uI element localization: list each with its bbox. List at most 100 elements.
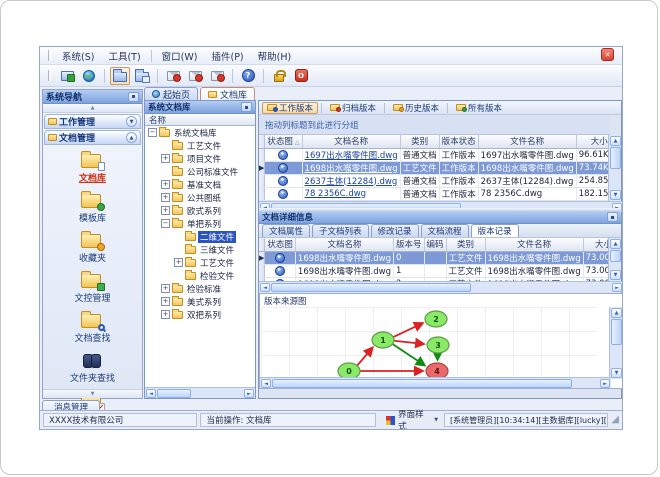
toolbar-button[interactable] [185, 67, 205, 85]
tree-node[interactable]: + 工艺文件 [145, 256, 255, 269]
version-node-2[interactable]: 2 [424, 310, 448, 328]
detail-tab[interactable]: 版本记录 [470, 224, 519, 237]
tree-node[interactable]: − 单把系列 [145, 217, 255, 230]
chevron-up-icon[interactable]: ▲ [126, 132, 137, 143]
column-header[interactable]: 文档名称 [295, 238, 394, 252]
expand-expander-icon[interactable]: + [161, 193, 170, 202]
menu-item[interactable]: 系统(S) [55, 48, 101, 64]
toolbar-button[interactable] [207, 67, 227, 85]
toolbar-button[interactable]: ? [238, 67, 258, 85]
sidebar-item-doc-library[interactable]: 文档库 [79, 151, 106, 184]
table-row[interactable]: 2637主体(12284).dwg普通文档工作版本2637主体(12284).d… [259, 174, 610, 188]
collapse-expander-icon[interactable]: − [148, 128, 157, 137]
toolbar-grip[interactable] [48, 70, 51, 81]
toolbar-button[interactable]: O [291, 67, 311, 85]
table-row[interactable]: 1697出水嘴零件图.dwg普通文档工作版本1697出水嘴零件图.dwg96.6… [259, 148, 610, 162]
column-header[interactable]: 状态图 △ [264, 135, 303, 149]
tree-node[interactable]: + 检验标准 [145, 282, 255, 295]
table-row[interactable]: 1698出水嘴零件图.dwg1工艺文件1698出水嘴零件图.dwg73.00KB… [259, 264, 610, 278]
version-table-vscrollbar[interactable]: ▲ ▼ [608, 238, 621, 281]
version-button-4[interactable]: 所有版本 [451, 102, 507, 114]
expand-expander-icon[interactable]: + [161, 310, 170, 319]
column-header[interactable]: 文件名称 [478, 135, 577, 149]
table-row[interactable]: 78 2356C.dwg普通文档工作版本78 2356C.dwg182.15KB… [259, 187, 610, 201]
tree-node[interactable]: 公司标准文件 [145, 165, 255, 178]
collapse-expander-icon[interactable]: − [161, 219, 170, 228]
sidebar-item-favorites[interactable]: 收藏夹 [79, 231, 106, 264]
toolbar-button[interactable] [132, 67, 152, 85]
version-button-1[interactable]: 工作版本 [262, 101, 319, 114]
column-header[interactable]: 大小 [583, 238, 610, 252]
tree-node[interactable]: 二维文件 [145, 230, 255, 243]
data-cell[interactable]: 2637主体(12284).dwg [302, 174, 401, 188]
pin-icon[interactable]: ▪ [607, 212, 618, 222]
menu-item[interactable]: 插件(P) [204, 48, 250, 64]
tab-start-page[interactable]: 起始页 [144, 87, 199, 101]
detail-tab[interactable]: 修改记录 [370, 224, 419, 237]
version-table-hscrollbar[interactable]: ◄ ► [259, 281, 622, 292]
group-by-hint[interactable]: 拖动列标题到此进行分组 [259, 115, 610, 135]
ui-style-dropdown[interactable]: 界面样式 ▼ [383, 408, 441, 429]
tree-node[interactable]: 检验文件 [145, 269, 255, 282]
version-button-3[interactable]: 历史版本 [388, 102, 444, 114]
expand-expander-icon[interactable]: + [161, 154, 170, 163]
expand-expander-icon[interactable]: + [161, 284, 170, 293]
toolbar-button[interactable] [269, 67, 289, 85]
column-header[interactable]: 版本号 [393, 238, 425, 252]
menu-grip[interactable] [48, 50, 51, 61]
column-header[interactable]: 类别 [400, 135, 440, 149]
pin-icon[interactable]: ▪ [128, 91, 139, 102]
column-header[interactable]: 状态图 [264, 238, 296, 252]
tree-node[interactable]: − 系统文档库 [145, 126, 255, 139]
data-cell[interactable]: 1697出水嘴零件图.dwg [302, 148, 401, 162]
tree-node[interactable]: 工艺文件 [145, 139, 255, 152]
tree-node[interactable]: + 双把系列 [145, 308, 255, 321]
graph-vscrollbar[interactable]: ▲ ▼ [609, 307, 622, 379]
sidebar-item-folder-search[interactable]: 文件夹查找 [70, 351, 115, 384]
version-button-2[interactable]: 归档版本 [325, 102, 381, 114]
graph-hscrollbar[interactable]: ◄ ► [260, 377, 611, 388]
tree-column-header[interactable]: 名称 [145, 114, 255, 126]
version-node-3[interactable]: 3 [426, 336, 450, 354]
expand-expander-icon[interactable]: + [161, 206, 170, 215]
pin-icon[interactable]: ▪ [241, 102, 252, 112]
column-header[interactable]: 类别 [446, 238, 486, 252]
toolbar-button[interactable] [110, 66, 130, 85]
expand-expander-icon[interactable]: + [161, 180, 170, 189]
version-node-1[interactable]: 1 [371, 331, 395, 349]
column-header[interactable]: 编码 [424, 238, 447, 252]
sidebar-item-doc-search[interactable]: 文档查找 [74, 311, 111, 344]
table-row[interactable]: ▶1698出水嘴零件图.dwg0工艺文件1698出水嘴零件图.dwg73.00K… [259, 251, 610, 265]
tree-node[interactable]: + 美式系列 [145, 295, 255, 308]
sidebar-item-doc-control[interactable]: 文控管理 [74, 271, 111, 304]
toolbar-button[interactable] [163, 67, 183, 85]
expand-expander-icon[interactable]: + [161, 297, 170, 306]
detail-tab[interactable]: 文档属性 [262, 224, 311, 237]
sidebar-scroll-down[interactable]: ▼ [43, 389, 142, 398]
table-row[interactable]: ▶1698出水嘴零件图.dwg工艺文件工作版本1698出水嘴零件图.dwg73.… [259, 161, 610, 175]
sidebar-group-collapsed[interactable]: 工作管理 ▼ [44, 114, 141, 129]
menu-item[interactable]: 帮助(H) [251, 48, 299, 64]
sidebar-scroll-up[interactable]: ▲ [43, 104, 142, 113]
tree-node[interactable]: + 公共图纸 [145, 191, 255, 204]
tree-node[interactable]: + 欧式系列 [145, 204, 255, 217]
expand-expander-icon[interactable]: + [174, 258, 183, 267]
data-cell[interactable]: 78 2356C.dwg [302, 187, 401, 201]
sidebar-item-template-library[interactable]: 模板库 [79, 191, 106, 224]
column-header[interactable]: 文件名称 [485, 238, 584, 252]
menu-item[interactable]: 工具(T) [101, 48, 147, 64]
detail-tab[interactable]: 子文档列表 [312, 224, 369, 237]
data-cell[interactable]: 1698出水嘴零件图.dwg [302, 161, 401, 175]
document-table-vscrollbar[interactable]: ▲ ▼ [608, 135, 621, 201]
column-header[interactable]: 文档名称 [302, 135, 401, 149]
column-header[interactable]: 版本状态 [439, 135, 479, 149]
tree-node[interactable]: + 项目文件 [145, 152, 255, 165]
toolbar-button[interactable] [79, 67, 99, 85]
column-header[interactable]: 大小 [576, 135, 610, 149]
menu-item[interactable]: 窗口(W) [155, 48, 205, 64]
detail-tab[interactable]: 文档流程 [420, 224, 469, 237]
tree-hscrollbar[interactable]: ◄ ► [145, 387, 255, 398]
close-icon[interactable]: ✕ [601, 48, 614, 61]
toolbar-button[interactable] [57, 67, 77, 85]
resize-grip[interactable]: ◢ [611, 415, 619, 425]
